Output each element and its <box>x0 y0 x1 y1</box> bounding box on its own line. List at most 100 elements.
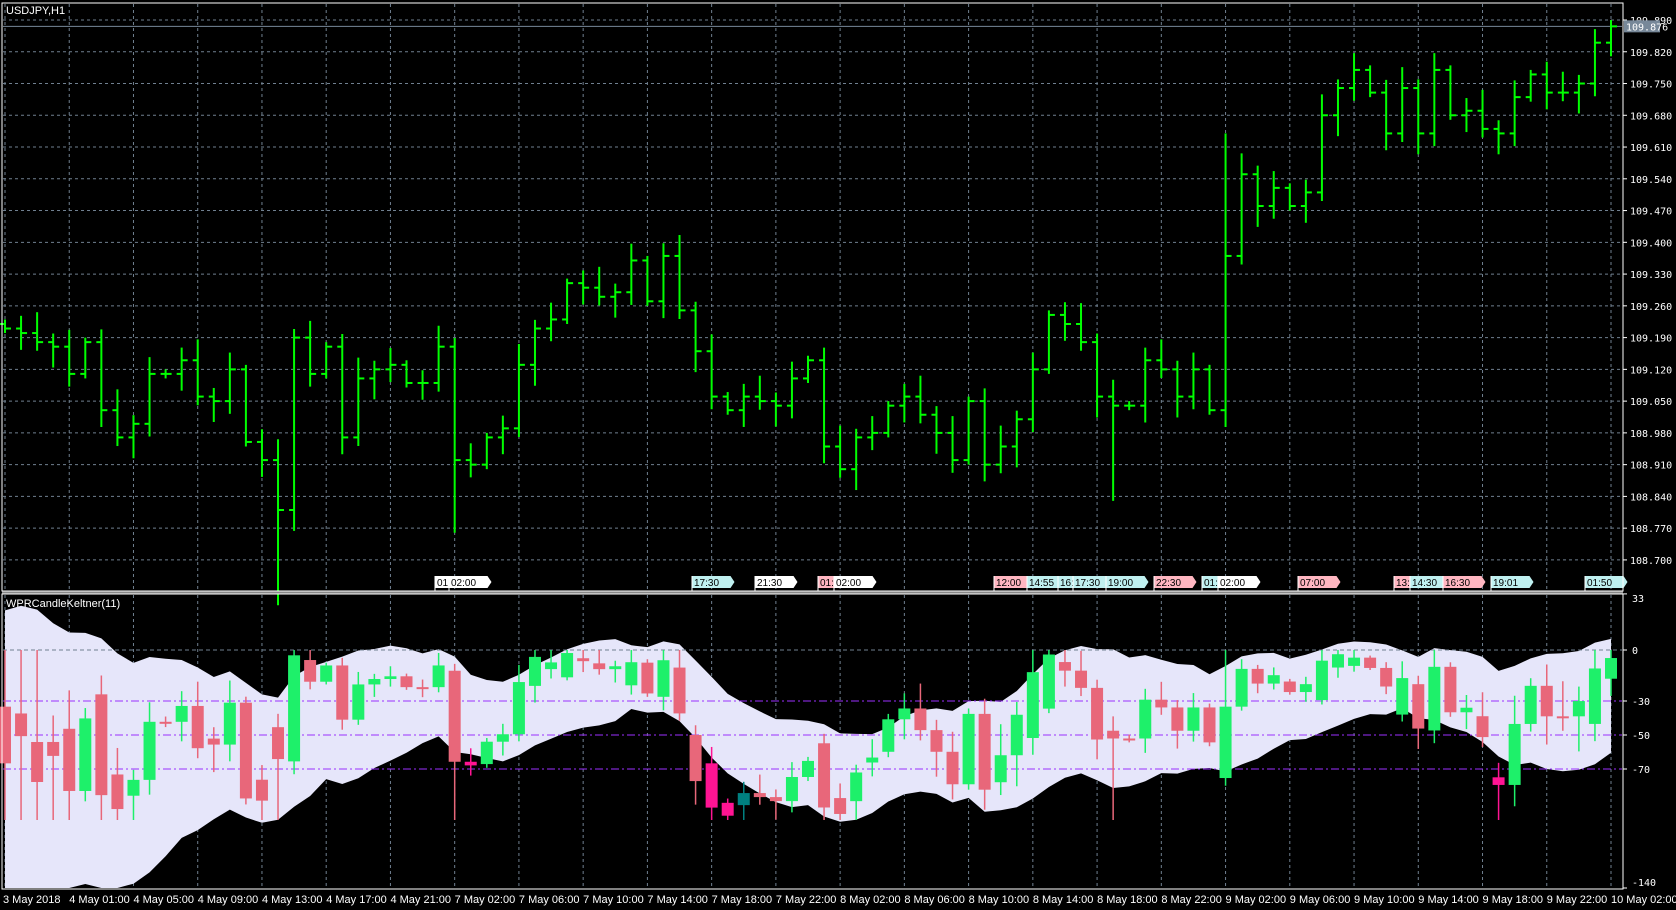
price-bar <box>449 338 461 533</box>
price-bar <box>1140 347 1152 423</box>
wpr-body <box>512 682 525 735</box>
wpr-body <box>962 713 975 785</box>
indicator-label: -50 <box>1632 731 1650 742</box>
wpr-body <box>207 738 220 745</box>
wpr-candle <box>239 696 252 805</box>
badge-label: 01: <box>820 578 834 589</box>
event-badge[interactable]: 16:30 <box>1442 576 1486 591</box>
price-bar <box>738 383 750 427</box>
time-label: 7 May 02:00 <box>455 894 516 906</box>
event-badges[interactable]: 01: 02:00 17:30 21:30 01: 02:00 12:00 14:55 16: 1… <box>434 576 1628 591</box>
price-bar <box>546 302 558 342</box>
price-bar <box>1525 69 1537 102</box>
time-label: 4 May 01:00 <box>69 894 130 906</box>
wpr-body <box>1010 714 1023 756</box>
wpr-body <box>802 760 814 777</box>
price-bar <box>513 343 525 437</box>
price-bar <box>674 235 686 319</box>
wpr-candle <box>320 662 333 685</box>
event-badge[interactable]: 21:30 <box>754 576 798 591</box>
event-badge[interactable]: 19:00 <box>1105 576 1149 591</box>
event-badge[interactable]: 22:30 <box>1153 576 1197 591</box>
price-bar <box>385 348 397 383</box>
price-bar <box>1220 133 1232 427</box>
wpr-body <box>545 662 558 670</box>
indicator-label: -140 <box>1632 878 1656 889</box>
price-bar <box>1076 303 1088 351</box>
price-bar <box>754 375 766 410</box>
wpr-body <box>1492 777 1505 785</box>
event-badge[interactable]: 19:01 <box>1490 576 1534 591</box>
price-label: 109.820 <box>1630 48 1672 59</box>
wpr-body <box>866 757 879 763</box>
wpr-body <box>127 779 140 796</box>
badge-label: 12:00 <box>996 578 1021 589</box>
wpr-body <box>272 727 285 760</box>
wpr-body <box>1267 675 1280 684</box>
price-label: 109.680 <box>1630 111 1672 122</box>
time-label: 9 May 02:00 <box>1226 894 1287 906</box>
trading-chart[interactable]: 01: 02:00 17:30 21:30 01: 02:00 12:00 14:55 16: 1… <box>0 0 1676 910</box>
price-bar <box>706 334 718 410</box>
price-bar <box>1509 80 1521 147</box>
price-bar <box>1092 333 1104 418</box>
price-bar <box>1156 339 1168 378</box>
price-bar <box>497 415 509 455</box>
price-bar <box>1573 74 1585 114</box>
time-label: 4 May 05:00 <box>133 894 194 906</box>
wpr-body <box>1444 666 1457 713</box>
wpr-body <box>1412 684 1425 729</box>
wpr-candle <box>689 725 702 805</box>
price-bar <box>417 370 429 400</box>
wpr-body <box>63 728 76 791</box>
indicator-label: 33 <box>1632 594 1644 605</box>
time-label: 7 May 14:00 <box>647 894 708 906</box>
price-bar <box>1541 61 1553 110</box>
wpr-body <box>47 741 60 756</box>
wpr-body <box>577 658 590 662</box>
event-badge[interactable]: 07:00 <box>1297 576 1341 591</box>
event-badge[interactable]: 01:50 <box>1584 576 1628 591</box>
event-badge[interactable]: 17:30 <box>691 576 735 591</box>
time-label: 4 May 17:00 <box>326 894 387 906</box>
price-bar <box>931 406 943 454</box>
price-bar <box>1397 67 1409 143</box>
event-badge[interactable]: 02:00 <box>1217 576 1261 591</box>
price-bar <box>529 319 541 386</box>
time-label: 8 May 18:00 <box>1097 894 1158 906</box>
wpr-body <box>1139 699 1152 739</box>
time-label: 8 May 02:00 <box>840 894 901 906</box>
event-badge[interactable]: 02:00 <box>833 576 877 591</box>
time-label: 8 May 22:00 <box>1161 894 1222 906</box>
event-badge[interactable]: 02:00 <box>448 576 492 591</box>
wpr-body <box>1605 658 1617 679</box>
price-bar <box>353 357 365 447</box>
time-label: 7 May 06:00 <box>519 894 580 906</box>
wpr-candle <box>737 781 750 820</box>
price-bar <box>1477 89 1489 138</box>
price-label: 108.910 <box>1630 461 1672 472</box>
wpr-body <box>785 776 798 802</box>
wpr-candle <box>882 713 895 758</box>
wpr-body <box>1508 723 1521 785</box>
price-bar <box>1365 65 1377 98</box>
time-label: 4 May 13:00 <box>262 894 323 906</box>
price-bar <box>1606 20 1617 57</box>
wpr-body <box>143 721 156 780</box>
wpr-body <box>159 721 172 724</box>
price-bar <box>562 278 574 324</box>
wpr-body <box>239 702 252 799</box>
badge-label: 14:30 <box>1412 578 1437 589</box>
badge-label: 17:30 <box>1075 578 1100 589</box>
wpr-body <box>1556 716 1569 719</box>
price-bar <box>1043 310 1055 374</box>
price-bar <box>1332 79 1344 137</box>
time-label: 8 May 06:00 <box>904 894 965 906</box>
wpr-body <box>834 798 847 814</box>
price-bar <box>305 320 317 387</box>
wpr-body <box>641 662 654 694</box>
wpr-body <box>1042 654 1055 709</box>
price-label: 109.190 <box>1630 334 1672 345</box>
price-bars <box>0 20 1617 606</box>
badge-label: 22:30 <box>1156 578 1181 589</box>
